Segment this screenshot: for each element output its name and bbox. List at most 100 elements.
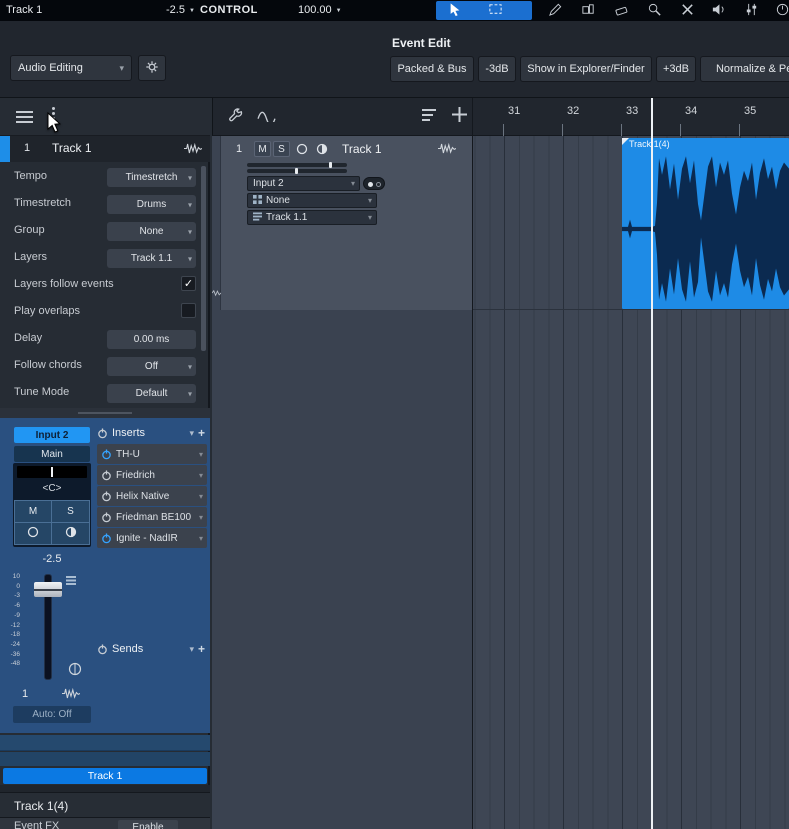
event-section-header[interactable]: Track 1(4) bbox=[0, 792, 210, 818]
power-icon[interactable] bbox=[97, 644, 108, 655]
chevron-down-icon[interactable] bbox=[189, 427, 194, 439]
insert-slot[interactable]: Helix Native bbox=[97, 486, 207, 506]
power-icon[interactable] bbox=[97, 428, 108, 439]
glue-tool-icon[interactable] bbox=[581, 2, 596, 20]
power-icon[interactable] bbox=[101, 470, 112, 481]
automation-button[interactable]: Auto: Off bbox=[13, 706, 91, 723]
arrange-track-list[interactable]: 1 M S Track 1 Input 2 None Track 1.1 bbox=[212, 136, 472, 310]
audio-event[interactable]: Track 1(4) bbox=[622, 138, 789, 309]
track-list-empty-area[interactable] bbox=[212, 310, 472, 829]
timestretch-dropdown[interactable]: Drums bbox=[107, 195, 196, 214]
monitor-button[interactable] bbox=[51, 522, 90, 545]
ruler-tick bbox=[562, 124, 563, 136]
object-selection-tool-icon[interactable] bbox=[448, 2, 462, 20]
topbar-tempo-dropdown[interactable]: 100.00 bbox=[298, 4, 342, 16]
gain-value[interactable]: -2.5 bbox=[13, 552, 91, 566]
pan-value[interactable]: <C> bbox=[13, 480, 91, 496]
follow-chords-dropdown[interactable]: Off bbox=[107, 357, 196, 376]
layers-follow-checkbox[interactable]: ✓ bbox=[181, 276, 196, 291]
arrange-monitor-icon[interactable] bbox=[316, 143, 328, 158]
collapsed-panel-row[interactable] bbox=[0, 752, 210, 766]
arrange-solo-button[interactable]: S bbox=[273, 141, 290, 157]
scrub-tool-icon[interactable] bbox=[775, 2, 789, 20]
setup-wrench-icon[interactable] bbox=[227, 107, 244, 127]
volume-thumb[interactable] bbox=[329, 162, 332, 168]
play-overlaps-checkbox[interactable] bbox=[181, 303, 196, 318]
scale-mark: -6 bbox=[14, 603, 20, 610]
transport-bar: Track 1 -2.5 CONTROL 100.00 bbox=[0, 0, 789, 21]
waveform-mode-icon[interactable] bbox=[257, 109, 276, 125]
collapsed-panel-row[interactable] bbox=[0, 735, 210, 751]
selection-tools-group[interactable] bbox=[436, 1, 532, 20]
pan-slider-thumb[interactable] bbox=[51, 467, 53, 477]
solo-button[interactable]: S bbox=[51, 500, 90, 523]
inspector-track-header[interactable] bbox=[0, 136, 210, 162]
track-list-icon[interactable] bbox=[422, 109, 437, 125]
fader-tool-icon[interactable] bbox=[744, 2, 759, 20]
sends-header[interactable]: Sends bbox=[97, 640, 207, 658]
tempo-dropdown[interactable]: Timestretch bbox=[107, 168, 196, 187]
track-name[interactable]: Track 1 bbox=[52, 141, 92, 155]
power-icon[interactable] bbox=[101, 491, 112, 502]
hamburger-menu-icon[interactable] bbox=[16, 111, 33, 113]
record-monitor-toggle[interactable] bbox=[363, 177, 385, 190]
arrange-record-icon[interactable] bbox=[296, 143, 308, 158]
record-enable-button[interactable] bbox=[14, 522, 52, 545]
add-insert-icon[interactable] bbox=[198, 426, 205, 440]
insert-slot[interactable]: Ignite - NadIR bbox=[97, 528, 207, 548]
eraser-tool-icon[interactable] bbox=[614, 2, 629, 20]
insert-slot[interactable]: Friedrich bbox=[97, 465, 207, 485]
mute-tool-icon[interactable] bbox=[680, 2, 695, 20]
plus-3db-button[interactable]: +3dB bbox=[656, 56, 696, 82]
volume-mini-slider[interactable] bbox=[247, 163, 347, 167]
panner-icon[interactable] bbox=[68, 662, 82, 679]
power-icon[interactable] bbox=[101, 533, 112, 544]
pan-thumb[interactable] bbox=[295, 168, 298, 174]
tune-mode-dropdown[interactable]: Default bbox=[107, 384, 196, 403]
arrange-track-name[interactable]: Track 1 bbox=[342, 142, 382, 156]
insert-slot[interactable]: TH-U bbox=[97, 444, 207, 464]
insert-slot[interactable]: Friedman BE100 bbox=[97, 507, 207, 527]
layers-dropdown[interactable]: Track 1.1 bbox=[107, 249, 196, 268]
row-label-timestretch: Timestretch bbox=[14, 197, 71, 209]
track-select-bar[interactable]: Track 1 bbox=[3, 768, 207, 784]
editing-mode-select[interactable]: Audio Editing bbox=[10, 55, 132, 81]
inspector-scrollbar[interactable] bbox=[201, 166, 206, 351]
normalize-button[interactable]: Normalize & Peak bbox=[700, 56, 789, 82]
pencil-tool-icon[interactable] bbox=[548, 2, 563, 20]
fader-handle[interactable] bbox=[34, 582, 62, 597]
group-dropdown[interactable]: None bbox=[107, 222, 196, 241]
show-in-explorer-button[interactable]: Show in Explorer/Finder bbox=[520, 56, 652, 82]
ruler-mark: 32 bbox=[567, 105, 579, 117]
pan-mini-slider[interactable] bbox=[247, 169, 347, 173]
layer-dropdown[interactable]: Track 1.1 bbox=[247, 210, 377, 225]
event-start-handle[interactable] bbox=[622, 138, 629, 145]
audio-waveform-icon bbox=[184, 143, 202, 157]
inserts-header[interactable]: Inserts bbox=[97, 424, 207, 442]
input-routing-dropdown[interactable]: Input 2 bbox=[247, 176, 360, 191]
zoom-tool-icon[interactable] bbox=[647, 2, 662, 20]
input-routing-button[interactable]: Input 2 bbox=[14, 427, 90, 443]
chevron-down-icon[interactable] bbox=[189, 643, 194, 655]
arrange-mute-button[interactable]: M bbox=[254, 141, 271, 157]
output-routing-button[interactable]: Main bbox=[14, 446, 90, 462]
splitter-grip[interactable] bbox=[78, 412, 132, 414]
power-icon[interactable] bbox=[101, 512, 112, 523]
range-selection-tool-icon[interactable] bbox=[488, 2, 503, 20]
minus-3db-button[interactable]: -3dB bbox=[478, 56, 516, 82]
ruler-tick bbox=[739, 124, 740, 136]
add-track-plus-icon[interactable] bbox=[451, 106, 468, 126]
output-routing-dropdown[interactable]: None bbox=[247, 193, 377, 208]
settings-gear-button[interactable] bbox=[138, 55, 166, 81]
delay-value-field[interactable]: 0.00 ms bbox=[107, 330, 196, 349]
mute-button[interactable]: M bbox=[14, 500, 52, 523]
enable-button[interactable]: Enable bbox=[118, 820, 178, 829]
speaker-tool-icon[interactable] bbox=[711, 2, 726, 20]
packed-bus-button[interactable]: Packed & Bus bbox=[390, 56, 474, 82]
kebab-menu-icon[interactable] bbox=[52, 107, 55, 110]
add-send-icon[interactable] bbox=[198, 642, 205, 656]
playhead-cursor[interactable] bbox=[651, 98, 653, 829]
topbar-value-dropdown[interactable]: -2.5 bbox=[166, 4, 195, 16]
power-icon[interactable] bbox=[101, 449, 112, 460]
pan-slider[interactable] bbox=[17, 466, 87, 478]
